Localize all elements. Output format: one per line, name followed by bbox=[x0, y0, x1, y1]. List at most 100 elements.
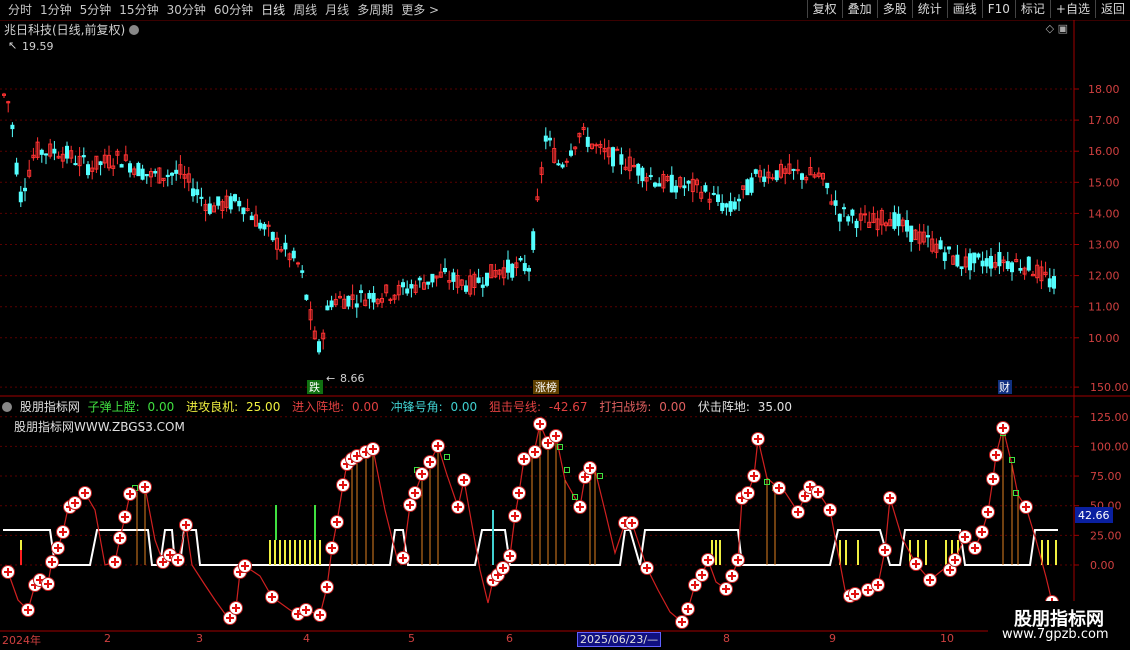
candle-body bbox=[329, 300, 334, 308]
candle-body bbox=[732, 201, 737, 210]
bullet-marker bbox=[444, 454, 450, 460]
candle-body bbox=[165, 174, 170, 178]
indicator-axis: 150.00125.00100.0075.0050.0025.000.00 bbox=[1074, 381, 1129, 572]
indicator-tick-label: 75.00 bbox=[1090, 470, 1122, 483]
candle-body bbox=[850, 209, 855, 216]
candle-body bbox=[560, 164, 565, 168]
candle-body bbox=[548, 137, 552, 141]
candle-body bbox=[640, 167, 645, 182]
indicator-charge: 冲锋号角: 0.00 bbox=[390, 400, 478, 414]
candle-body bbox=[972, 252, 977, 264]
candle-body bbox=[1010, 262, 1014, 273]
candle-body bbox=[997, 251, 1002, 267]
candle-body bbox=[283, 242, 288, 250]
candlesticks bbox=[2, 92, 1056, 355]
badge-drop-label: 跌 bbox=[309, 380, 320, 394]
candle-body bbox=[896, 213, 901, 227]
candle-body bbox=[531, 231, 536, 250]
time-label: 9 bbox=[829, 632, 836, 645]
indicator-ambush: 伏击阵地: 35.00 bbox=[697, 400, 793, 414]
candle-body bbox=[409, 284, 414, 289]
candle-body bbox=[485, 272, 489, 286]
candle-body bbox=[1047, 278, 1052, 288]
candle-body bbox=[443, 267, 447, 273]
candle-body bbox=[300, 270, 305, 273]
price-tick-label: 10.00 bbox=[1088, 332, 1120, 345]
candle-body bbox=[476, 277, 481, 283]
candle-body bbox=[989, 255, 993, 269]
high-price-value: 19.59 bbox=[22, 40, 54, 53]
candle-body bbox=[926, 235, 930, 238]
candle-body bbox=[594, 144, 599, 147]
indicator-plot bbox=[1, 417, 1059, 629]
candle-body bbox=[65, 145, 69, 159]
time-label: 3 bbox=[196, 632, 203, 645]
candle-body bbox=[317, 341, 321, 353]
candle-body bbox=[984, 258, 989, 267]
candle-body bbox=[716, 194, 720, 202]
candle-body bbox=[942, 252, 947, 261]
candle-body bbox=[417, 277, 422, 281]
chevron-down-icon[interactable] bbox=[2, 402, 12, 412]
indicator-enter: 进入阵地: 0.00 bbox=[292, 400, 379, 414]
price-axis: 18.00 17.00 16.00 15.00 14.00 13.00 12.00 11.00… bbox=[1074, 83, 1120, 345]
candle-body bbox=[249, 215, 254, 221]
candle-body bbox=[1018, 268, 1023, 271]
candle-body bbox=[346, 295, 351, 307]
indicator-watermark: 股朋指标网WWW.ZBGS3.COM bbox=[14, 420, 185, 434]
indicator-tick-label: 100.00 bbox=[1090, 440, 1129, 453]
price-tick-label: 15.00 bbox=[1088, 176, 1120, 189]
cursor-date[interactable]: 2025/06/23/— bbox=[577, 632, 662, 647]
candle-body bbox=[959, 266, 964, 270]
candle-body bbox=[237, 200, 242, 207]
candle-body bbox=[795, 169, 800, 172]
price-tick-label: 18.00 bbox=[1088, 83, 1120, 96]
candle-body bbox=[199, 196, 204, 199]
candle-body bbox=[648, 175, 653, 178]
candle-body bbox=[291, 250, 296, 259]
candle-body bbox=[800, 173, 804, 180]
candle-body bbox=[909, 225, 914, 242]
chart-canvas: 18.00 17.00 16.00 15.00 14.00 13.00 12.00 11.00… bbox=[0, 20, 1130, 632]
price-tick-label: 11.00 bbox=[1088, 301, 1120, 314]
candle-body bbox=[980, 260, 985, 267]
badge-gainers-label: 涨榜 bbox=[535, 380, 557, 394]
indicator-header: 股朋指标网 子弹上膛: 0.00 进攻良机: 25.00 进入阵地: 0.00 … bbox=[2, 398, 800, 415]
candle-body bbox=[10, 124, 15, 130]
candle-body bbox=[262, 223, 267, 230]
price-tick-label: 12.00 bbox=[1088, 270, 1120, 283]
candle-body bbox=[39, 149, 44, 155]
candle-body bbox=[304, 294, 309, 300]
candle-body bbox=[724, 203, 729, 208]
candle-body bbox=[774, 170, 779, 181]
candle-body bbox=[73, 163, 78, 166]
candle-body bbox=[128, 163, 132, 173]
low-price-arrow: ← bbox=[326, 372, 335, 385]
candle-body bbox=[233, 194, 237, 202]
candle-body bbox=[119, 164, 124, 168]
indicator-attack: 进攻良机: 25.00 bbox=[186, 400, 281, 414]
candle-body bbox=[18, 191, 23, 203]
indicator-tick-label: 150.00 bbox=[1090, 381, 1129, 394]
high-price-label: ↖ bbox=[8, 39, 17, 52]
candle-body bbox=[153, 170, 158, 174]
price-tick-label: 13.00 bbox=[1088, 239, 1120, 252]
candle-body bbox=[976, 253, 981, 258]
brand-url: www.7gpzb.com bbox=[1002, 627, 1109, 642]
candle-body bbox=[144, 173, 149, 177]
candle-body bbox=[258, 222, 263, 229]
candle-body bbox=[569, 150, 573, 156]
bullet-marker bbox=[564, 467, 570, 473]
time-label: 2 bbox=[104, 632, 111, 645]
candle-body bbox=[682, 185, 687, 189]
candle-body bbox=[686, 180, 691, 184]
time-label: 5 bbox=[408, 632, 415, 645]
candle-body bbox=[762, 176, 767, 182]
candle-body bbox=[636, 163, 641, 176]
candle-body bbox=[1005, 261, 1010, 270]
candle-body bbox=[556, 163, 561, 166]
candle-body bbox=[522, 263, 527, 272]
candle-body bbox=[241, 207, 246, 215]
brand-watermark: 股朋指标网 www.7gpzb.com bbox=[988, 601, 1130, 650]
candle-body bbox=[430, 273, 435, 283]
